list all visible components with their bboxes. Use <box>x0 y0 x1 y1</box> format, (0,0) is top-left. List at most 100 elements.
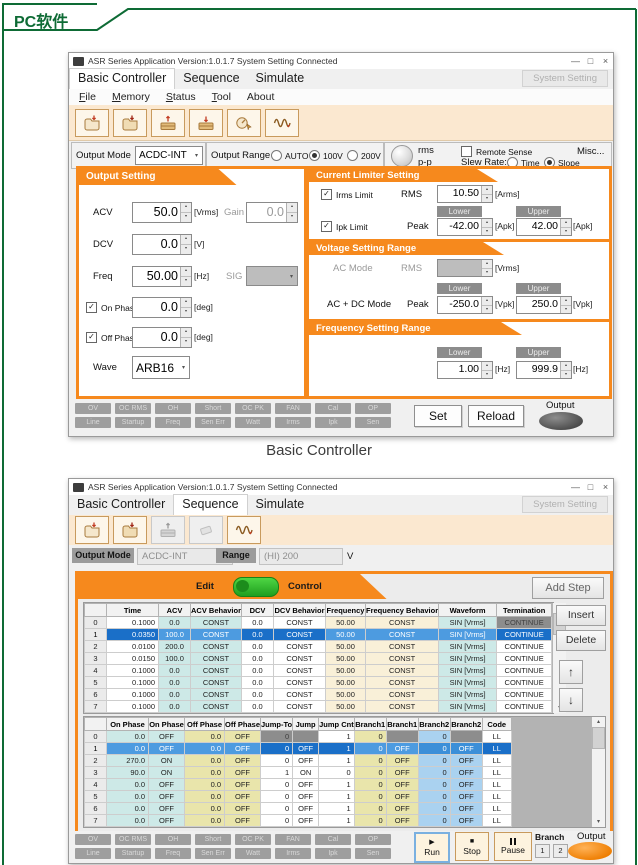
cell[interactable]: 0 <box>418 755 450 767</box>
cell[interactable]: OFF <box>293 743 319 755</box>
ipk-upper-spinner[interactable]: 42.00 ▴▾ <box>516 218 572 236</box>
add-step-button[interactable]: Add Step <box>532 577 604 599</box>
cell[interactable]: 50.00 <box>326 617 366 629</box>
cell[interactable]: OFF <box>293 791 319 803</box>
cell[interactable]: OFF <box>386 815 418 827</box>
insert-button[interactable]: Insert <box>556 605 606 626</box>
cell[interactable]: 0.0 <box>107 815 149 827</box>
dcv-spinner[interactable]: 0.0 ▴▾ <box>132 234 192 255</box>
cell[interactable]: OFF <box>386 779 418 791</box>
cell[interactable]: LL <box>482 791 511 803</box>
cell[interactable]: 0.1000 <box>107 665 159 677</box>
cell[interactable]: OFF <box>386 743 418 755</box>
irms-spinner[interactable]: 10.50 ▴▾ <box>437 185 493 203</box>
cell[interactable]: SIN [Vrms] <box>439 689 497 701</box>
toolbar-button[interactable] <box>151 109 185 137</box>
cell[interactable]: 0 <box>354 767 386 779</box>
spinner-arrows-icon[interactable]: ▴▾ <box>180 235 191 254</box>
cell[interactable]: CONTINUE <box>497 701 552 713</box>
menu-status[interactable]: Status <box>166 91 196 103</box>
on-phase-spinner[interactable]: 0.0 ▴▾ <box>132 297 192 318</box>
cell[interactable]: 50.00 <box>326 641 366 653</box>
cell[interactable]: 0.0 <box>242 665 274 677</box>
spinner-arrows-icon[interactable]: ▴▾ <box>560 297 571 313</box>
cell[interactable]: 1 <box>319 755 355 767</box>
cell[interactable]: LL <box>482 779 511 791</box>
cell[interactable] <box>293 731 319 743</box>
cell[interactable]: CONST <box>274 653 326 665</box>
row-index[interactable]: 1 <box>85 629 107 641</box>
cell[interactable]: OFF <box>149 731 185 743</box>
spinner-arrows-icon[interactable]: ▴▾ <box>560 219 571 235</box>
cell[interactable]: 50.00 <box>326 665 366 677</box>
cell[interactable]: 90.0 <box>107 767 149 779</box>
cell[interactable]: 50.00 <box>326 653 366 665</box>
cell[interactable]: 1 <box>319 803 355 815</box>
cell[interactable]: LL <box>482 755 511 767</box>
row-index[interactable]: 4 <box>85 665 107 677</box>
row-index[interactable]: 1 <box>85 743 107 755</box>
cell[interactable]: 0.0 <box>159 689 191 701</box>
cell[interactable]: LL <box>482 815 511 827</box>
cell[interactable]: OFF <box>225 755 261 767</box>
tab-simulate[interactable]: Simulate <box>248 69 313 89</box>
cell[interactable]: OFF <box>225 731 261 743</box>
freq-upper-spinner[interactable]: 999.9 ▴▾ <box>516 361 572 379</box>
cell[interactable]: OFF <box>386 755 418 767</box>
cell[interactable]: OFF <box>149 803 185 815</box>
table-row[interactable]: 390.0ON0.0OFF1ON00OFF0OFFLL <box>85 767 512 779</box>
row-index[interactable]: 7 <box>85 815 107 827</box>
cell[interactable]: 0.1000 <box>107 701 159 713</box>
cell[interactable]: 0.0 <box>159 665 191 677</box>
table-row[interactable]: 20.0100200.0CONST0.0CONST50.00CONSTSIN [… <box>85 641 552 653</box>
pause-button[interactable]: Pause <box>494 832 532 861</box>
stop-button[interactable]: ■ Stop <box>455 832 489 861</box>
toolbar-button[interactable] <box>265 109 299 137</box>
toolbar-button[interactable] <box>113 516 147 544</box>
menu-memory[interactable]: Memory <box>112 91 150 103</box>
cell[interactable]: 0 <box>418 767 450 779</box>
cell[interactable]: OFF <box>225 815 261 827</box>
cell[interactable]: 0.0100 <box>107 641 159 653</box>
output-toggle[interactable] <box>539 412 583 430</box>
cell[interactable]: 1 <box>319 791 355 803</box>
cell[interactable]: OFF <box>450 815 482 827</box>
cell[interactable]: 0 <box>418 803 450 815</box>
cell[interactable]: CONST <box>366 617 439 629</box>
cell[interactable]: CONST <box>274 617 326 629</box>
close-button[interactable]: × <box>598 482 613 492</box>
cell[interactable]: 0.1000 <box>107 689 159 701</box>
maximize-button[interactable]: □ <box>583 56 598 66</box>
cell[interactable]: CONST <box>366 653 439 665</box>
cell[interactable]: 0 <box>354 779 386 791</box>
freq-lower-spinner[interactable]: 1.00 ▴▾ <box>437 361 493 379</box>
cell[interactable]: OFF <box>386 767 418 779</box>
cell[interactable]: 0 <box>354 815 386 827</box>
table-row[interactable]: 60.10000.0CONST0.0CONST50.00CONSTSIN [Vr… <box>85 689 552 701</box>
cell[interactable]: ON <box>293 767 319 779</box>
cell[interactable]: 0 <box>418 815 450 827</box>
cell[interactable]: CONST <box>191 629 242 641</box>
row-index[interactable]: 3 <box>85 767 107 779</box>
cell[interactable]: OFF <box>450 779 482 791</box>
cell[interactable]: 0.0 <box>242 641 274 653</box>
spinner-arrows-icon[interactable]: ▴▾ <box>180 328 191 347</box>
spinner-arrows-icon[interactable]: ▴▾ <box>180 203 191 222</box>
cell[interactable]: OFF <box>293 803 319 815</box>
cell[interactable]: 0.0 <box>185 791 225 803</box>
output-toggle[interactable] <box>568 842 612 860</box>
cell[interactable]: CONST <box>366 677 439 689</box>
toolbar-button[interactable] <box>75 109 109 137</box>
cell[interactable]: 0.0 <box>242 701 274 713</box>
remote-sense-checkbox[interactable]: Remote Sense <box>461 146 532 157</box>
cell[interactable]: OFF <box>293 815 319 827</box>
cell[interactable]: 0.0 <box>159 701 191 713</box>
cell[interactable]: CONST <box>366 665 439 677</box>
cell[interactable]: 0.0 <box>242 689 274 701</box>
cell[interactable]: SIN [Vrms] <box>439 629 497 641</box>
cell[interactable]: 0 <box>418 791 450 803</box>
cell[interactable]: CONST <box>191 677 242 689</box>
table-row[interactable]: 2270.0ON0.0OFF0OFF10OFF0OFFLL <box>85 755 512 767</box>
acdc-lower-spinner[interactable]: -250.0 ▴▾ <box>437 296 493 314</box>
freq-spinner[interactable]: 50.00 ▴▾ <box>132 266 192 287</box>
